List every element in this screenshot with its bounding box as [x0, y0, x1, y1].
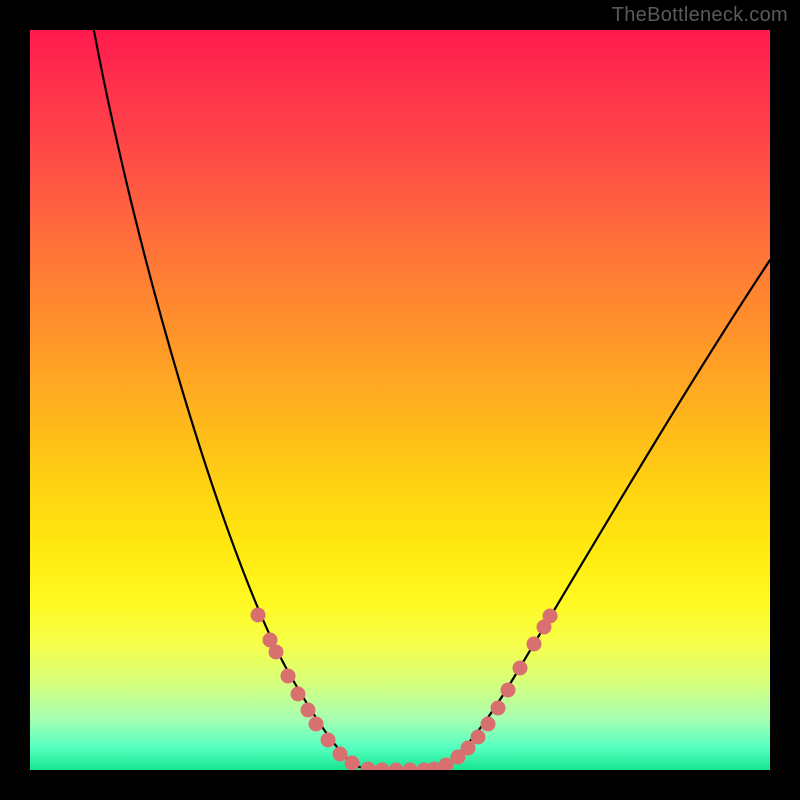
data-point: [251, 608, 266, 623]
data-point: [471, 730, 486, 745]
data-point: [403, 763, 418, 771]
watermark-text: TheBottleneck.com: [612, 4, 788, 27]
left-branch-points: [251, 608, 360, 771]
data-point: [321, 733, 336, 748]
data-point: [269, 645, 284, 660]
chart-container: TheBottleneck.com: [0, 0, 800, 800]
right-branch-points: [439, 609, 558, 771]
plot-area: [30, 30, 770, 770]
data-point: [361, 762, 376, 771]
data-point: [333, 747, 348, 762]
data-point: [481, 717, 496, 732]
data-point: [291, 687, 306, 702]
data-point: [543, 609, 558, 624]
curve-svg: [30, 30, 770, 770]
data-point: [513, 661, 528, 676]
data-point: [345, 756, 360, 771]
floor-points: [361, 762, 442, 771]
data-point: [375, 763, 390, 771]
data-point: [501, 683, 516, 698]
data-point: [527, 637, 542, 652]
data-point: [309, 717, 324, 732]
data-point: [389, 763, 404, 771]
right-branch-path: [430, 260, 770, 770]
data-point: [491, 701, 506, 716]
data-point: [281, 669, 296, 684]
left-branch-path: [92, 30, 370, 770]
data-point: [301, 703, 316, 718]
